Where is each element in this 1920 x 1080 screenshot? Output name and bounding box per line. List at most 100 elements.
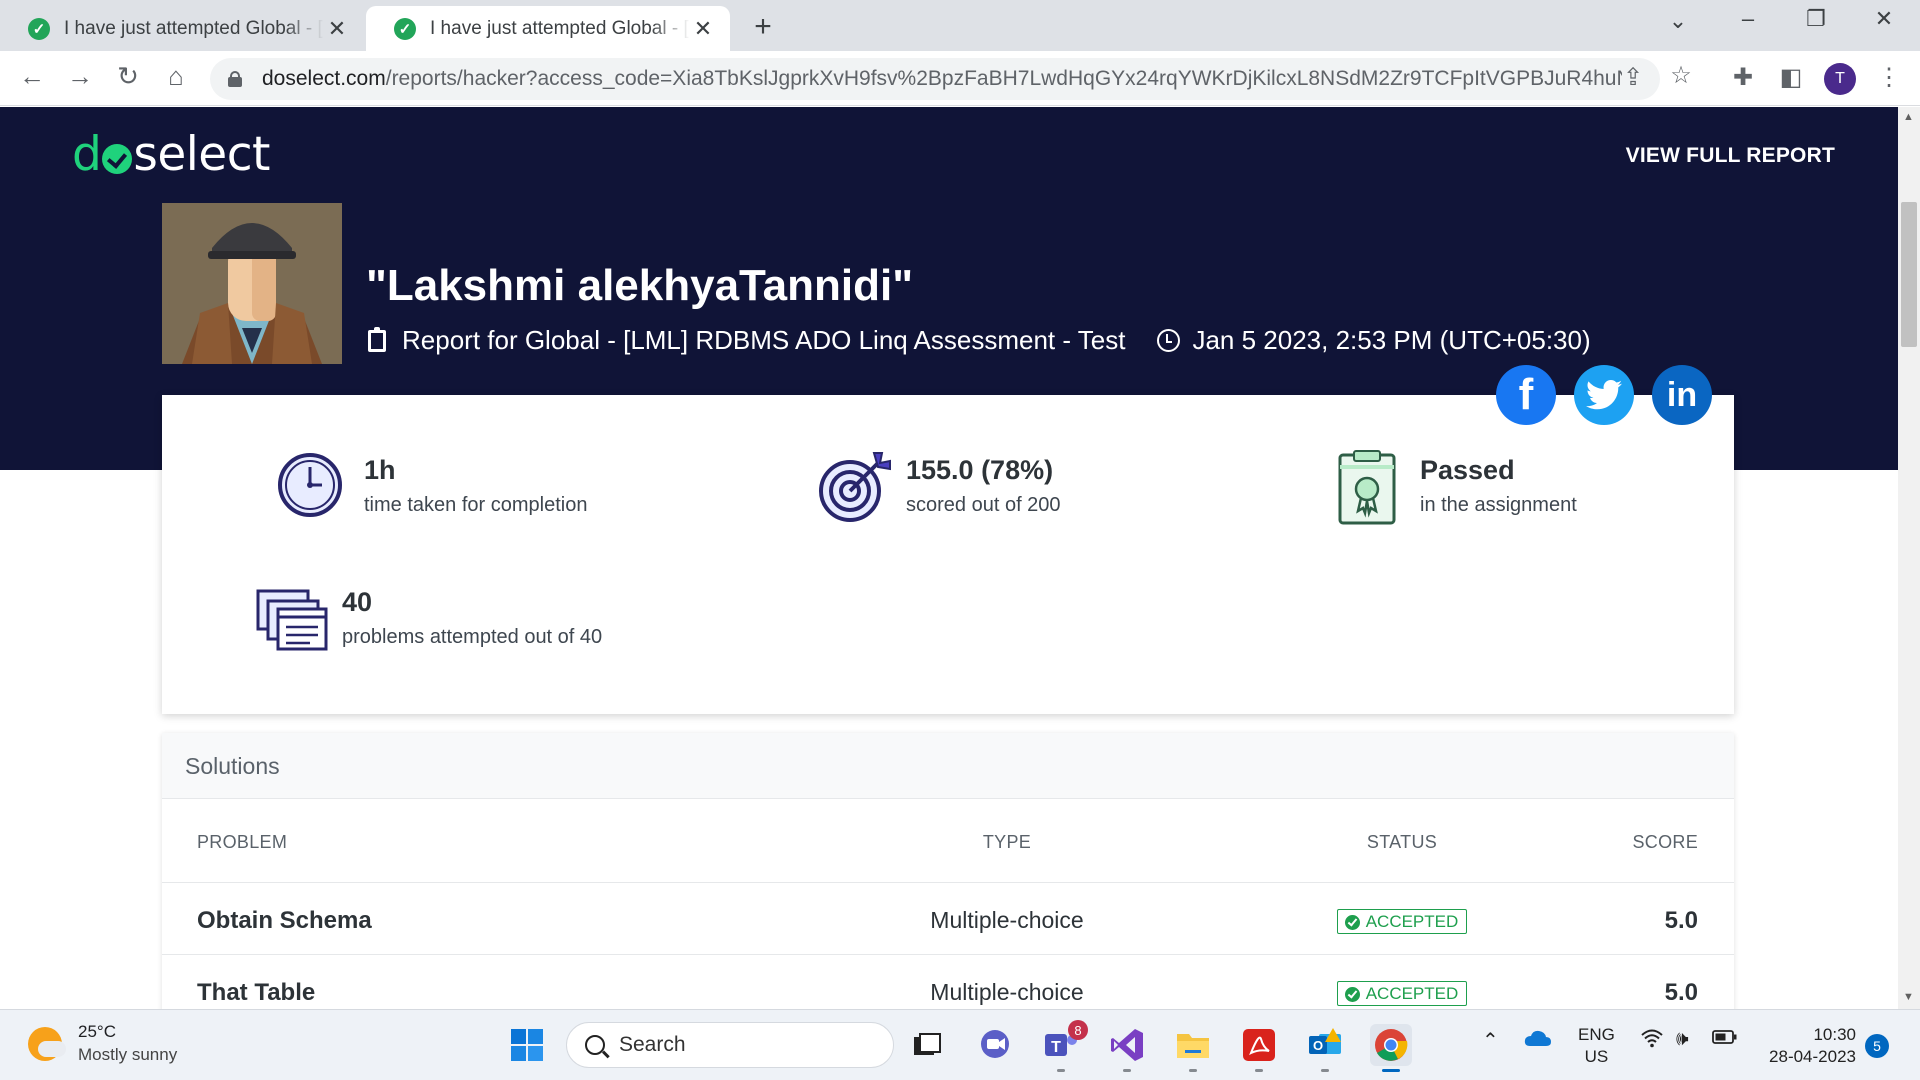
- home-icon[interactable]: ⌂: [158, 61, 194, 92]
- result-value: Passed: [1420, 455, 1515, 485]
- browser-tab-strip: ✓ I have just attempted Global - [LML] R…: [0, 0, 1920, 51]
- check-favicon-icon: ✓: [28, 17, 50, 40]
- close-tab-icon[interactable]: ✕: [324, 16, 350, 42]
- time-label: time taken for completion: [364, 494, 588, 516]
- system-clock[interactable]: 10:30 28-04-2023: [1754, 1024, 1856, 1068]
- outlook-icon[interactable]: O: [1304, 1024, 1346, 1072]
- header-score: SCORE: [1632, 832, 1698, 852]
- svg-text:T: T: [1051, 1039, 1061, 1056]
- clock-date: 28-04-2023: [1769, 1047, 1856, 1066]
- extensions-puzzle-icon[interactable]: ✚: [1726, 63, 1760, 92]
- close-tab-icon[interactable]: ✕: [690, 16, 716, 42]
- svg-text:O: O: [1313, 1038, 1323, 1053]
- clipboard-icon: [368, 326, 386, 352]
- time-value: 1h: [364, 455, 396, 485]
- view-full-report-link[interactable]: VIEW FULL REPORT: [1626, 144, 1835, 168]
- header-problem: PROBLEM: [197, 832, 288, 852]
- status-badge: ACCEPTED: [1336, 909, 1468, 934]
- stat-problems: 40 problems attempted out of 40: [254, 581, 602, 657]
- check-circle-icon: [1344, 914, 1360, 930]
- tab-title: I have just attempted Global - [LML] RDB…: [64, 17, 324, 39]
- problem-name[interactable]: That Table: [197, 979, 315, 1007]
- status-cell: ACCEPTED: [1252, 909, 1552, 935]
- teams-icon[interactable]: T 8: [1040, 1020, 1088, 1072]
- task-view-icon[interactable]: [906, 1024, 948, 1066]
- web-page: d select VIEW FULL REPORT "Lakshmi alekhy…: [0, 107, 1898, 1009]
- header-status: STATUS: [1366, 832, 1438, 852]
- wifi-icon[interactable]: [1640, 1028, 1664, 1054]
- url-text[interactable]: doselect.com/reports/hacker?access_code=…: [262, 67, 1622, 91]
- search-icon: [585, 1035, 605, 1055]
- close-window-icon[interactable]: ✕: [1864, 6, 1904, 32]
- chat-icon[interactable]: [974, 1024, 1016, 1066]
- clock-icon: [1157, 329, 1181, 352]
- table-header: PROBLEM TYPE STATUS SCORE: [162, 799, 1734, 883]
- documents-icon: [256, 589, 328, 651]
- table-row[interactable]: That Table Multiple-choice ACCEPTED 5.0: [162, 955, 1734, 1009]
- battery-icon[interactable]: [1712, 1028, 1738, 1051]
- taskbar-search-label: Search: [619, 1033, 686, 1056]
- bookmark-star-icon[interactable]: ☆: [1664, 61, 1698, 90]
- clock-stat-icon: [278, 453, 342, 517]
- back-icon[interactable]: ←: [14, 61, 50, 92]
- doselect-logo[interactable]: d select: [72, 127, 270, 182]
- browser-tab-active[interactable]: ✓ I have just attempted Global - [LML] R…: [366, 6, 730, 51]
- tray-chevron-icon[interactable]: ⌃: [1482, 1028, 1499, 1053]
- lock-icon[interactable]: [228, 71, 242, 87]
- problem-name[interactable]: Obtain Schema: [197, 907, 372, 935]
- weather-widget[interactable]: 25°C Mostly sunny: [28, 1022, 177, 1065]
- status-badge: ACCEPTED: [1336, 981, 1468, 1006]
- browser-tab[interactable]: ✓ I have just attempted Global - [LML] R…: [0, 6, 364, 51]
- solutions-title: Solutions: [162, 733, 1734, 799]
- side-panel-icon[interactable]: ◧: [1774, 63, 1808, 92]
- reload-icon[interactable]: ↻: [110, 61, 146, 92]
- score-label: scored out of 200: [906, 494, 1061, 516]
- acrobat-icon[interactable]: [1238, 1024, 1280, 1072]
- minimize-icon[interactable]: –: [1728, 6, 1768, 32]
- input-language[interactable]: ENG US: [1578, 1024, 1615, 1068]
- candidate-avatar: [162, 203, 342, 364]
- file-explorer-icon[interactable]: [1172, 1024, 1214, 1072]
- facebook-icon[interactable]: f: [1496, 365, 1556, 425]
- forward-icon[interactable]: →: [62, 61, 98, 92]
- page-scrollbar[interactable]: ▲ ▼: [1898, 107, 1920, 1009]
- result-label: in the assignment: [1420, 494, 1577, 516]
- status-cell: ACCEPTED: [1252, 981, 1552, 1007]
- scrollbar-thumb[interactable]: [1901, 202, 1917, 347]
- stat-score: 155.0 (78%) scored out of 200: [818, 449, 1061, 525]
- teams-badge: 8: [1068, 1020, 1088, 1040]
- problem-score: 5.0: [1664, 907, 1698, 934]
- weather-desc: Mostly sunny: [78, 1045, 178, 1064]
- candidate-name: "Lakshmi alekhyaTannidi": [366, 261, 914, 310]
- problem-type: Multiple-choice: [930, 979, 1084, 1005]
- scroll-down-icon[interactable]: ▼: [1903, 991, 1914, 1003]
- visual-studio-icon[interactable]: [1106, 1024, 1148, 1072]
- menu-kebab-icon[interactable]: ⋮: [1872, 63, 1906, 92]
- chrome-icon[interactable]: [1370, 1024, 1412, 1072]
- linkedin-icon[interactable]: in: [1652, 365, 1712, 425]
- check-favicon-icon: ✓: [394, 17, 416, 40]
- twitter-icon[interactable]: [1574, 365, 1634, 425]
- table-row[interactable]: Obtain Schema Multiple-choice ACCEPTED 5…: [162, 883, 1734, 955]
- tab-search-chevron-icon[interactable]: ⌄: [1658, 8, 1698, 34]
- problems-value: 40: [342, 587, 373, 617]
- weather-sun-icon: [28, 1026, 66, 1061]
- start-button[interactable]: [506, 1024, 548, 1066]
- tab-title: I have just attempted Global - [LML] RDB…: [430, 17, 690, 39]
- social-share: f in: [1496, 365, 1712, 425]
- taskbar-search[interactable]: Search: [566, 1022, 894, 1068]
- profile-avatar[interactable]: T: [1824, 63, 1856, 95]
- volume-icon[interactable]: 🕪: [1676, 1028, 1689, 1051]
- address-bar[interactable]: doselect.com/reports/hacker?access_code=…: [210, 58, 1660, 100]
- browser-toolbar: ← → ↻ ⌂ doselect.com/reports/hacker?acce…: [0, 51, 1920, 106]
- new-tab-button[interactable]: +: [748, 10, 778, 44]
- certificate-clipboard-icon: [1338, 450, 1396, 525]
- windows-taskbar: 25°C Mostly sunny Search T 8 O ⌃ ENG US …: [0, 1009, 1920, 1080]
- problem-score: 5.0: [1664, 979, 1698, 1006]
- share-icon[interactable]: ⇪: [1616, 63, 1650, 92]
- clock-time: 10:30: [1813, 1025, 1856, 1044]
- onedrive-icon[interactable]: [1524, 1028, 1552, 1054]
- restore-icon[interactable]: ❐: [1796, 6, 1836, 32]
- notification-badge[interactable]: 5: [1865, 1034, 1889, 1058]
- scroll-up-icon[interactable]: ▲: [1903, 111, 1914, 123]
